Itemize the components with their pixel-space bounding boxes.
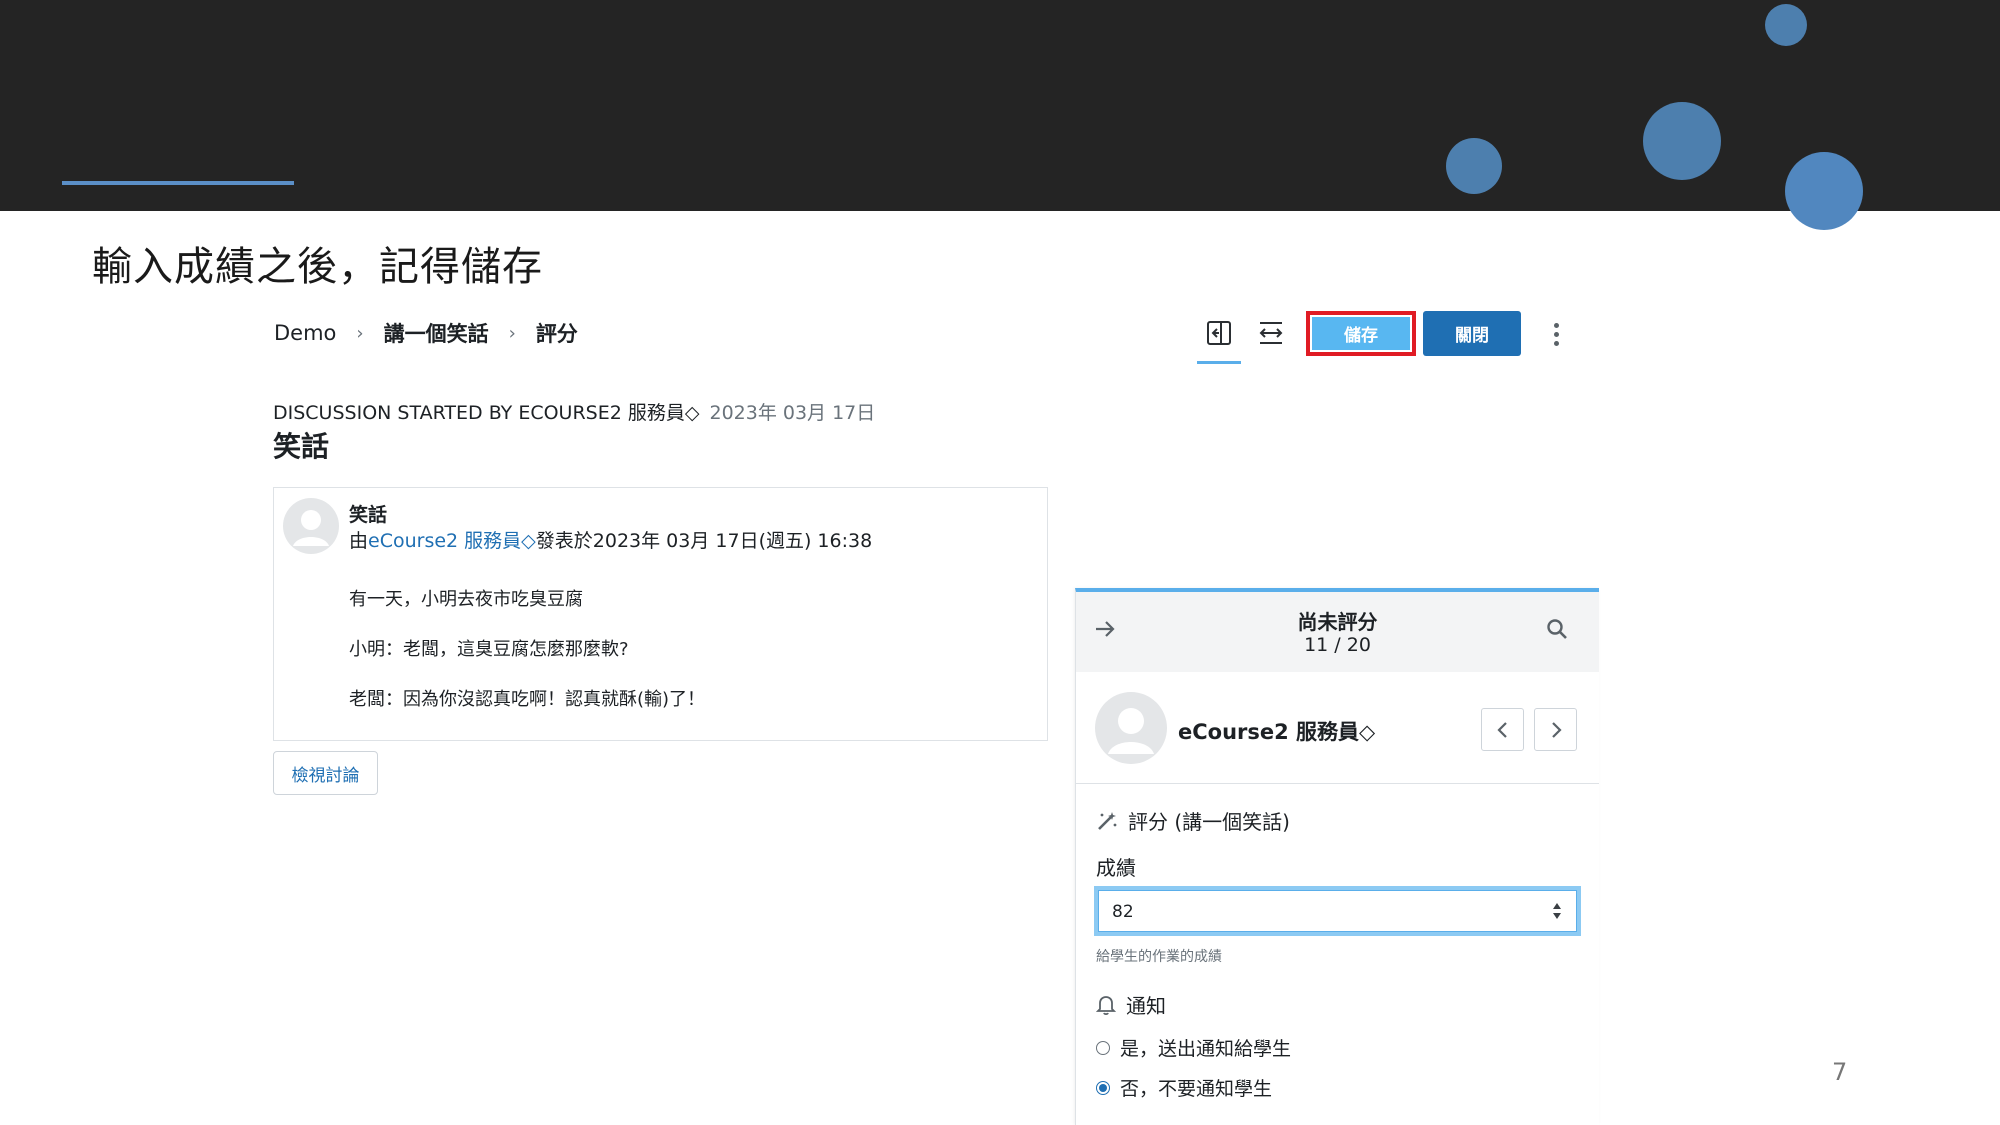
notify-option-no-label: 否，不要通知學生 [1120, 1078, 1273, 1100]
grade-section-heading: 評分 (講一個笑話) [1096, 806, 1290, 835]
bell-icon [1096, 995, 1116, 1015]
post-byline: 由eCourse2 服務員◇發表於2023年 03月 17日(週五) 16:38 [349, 526, 872, 553]
decorative-circle [1785, 152, 1863, 230]
kebab-menu-icon[interactable] [1544, 318, 1568, 350]
spinner-arrows-icon[interactable] [1551, 899, 1563, 923]
breadcrumb-separator: › [356, 322, 364, 344]
grading-status: 尚未評分 [1297, 610, 1378, 634]
save-button-highlight: 儲存 [1306, 311, 1416, 356]
slide-title: 輸入成績之後，記得儲存 [92, 244, 543, 290]
expand-horizontal-button[interactable] [1249, 313, 1293, 353]
post-body-line: 老闆：因為你沒認真吃啊！認真就酥(輸)了！ [349, 689, 706, 710]
close-button[interactable]: 關閉 [1423, 311, 1521, 356]
post-body-line: 小明：老闆，這臭豆腐怎麼那麼軟? [349, 639, 629, 660]
discussion-title: 笑話 [273, 430, 330, 463]
notify-section-title: 通知 [1126, 994, 1166, 1018]
discussion-date: 2023年 03月 17日 [709, 402, 876, 424]
breadcrumb-item-activity[interactable]: 講一個笑話 [384, 318, 489, 348]
chevron-left-icon [1496, 721, 1507, 738]
grading-panel: 尚未評分 11 / 20 eCourse2 服務員◇ 評分 (講一個笑話) 成績… [1075, 588, 1599, 1125]
grade-input[interactable]: 82 [1094, 886, 1581, 936]
grading-count: 11 / 20 [1304, 634, 1371, 656]
post-by-prefix: 由 [349, 530, 369, 552]
previous-student-button[interactable] [1481, 708, 1524, 751]
view-discussion-button[interactable]: 檢視討論 [273, 751, 378, 795]
search-icon[interactable] [1546, 618, 1568, 640]
chevron-right-icon [1551, 721, 1562, 738]
post-subject: 笑話 [349, 504, 388, 526]
discussion-meta: DISCUSSION STARTED BY ECOURSE2 服務員◇ 2023年… [273, 398, 875, 425]
student-name: eCourse2 服務員◇ [1178, 720, 1376, 744]
avatar [283, 498, 339, 554]
notify-section-heading: 通知 [1096, 990, 1166, 1019]
breadcrumb-item-course[interactable]: Demo [274, 321, 336, 345]
breadcrumb-item-grading: 評分 [535, 322, 578, 346]
decorative-circle [1446, 138, 1502, 194]
magic-wand-icon [1098, 811, 1117, 830]
expand-horizontal-icon [1259, 322, 1283, 344]
notify-option-no[interactable]: 否，不要通知學生 [1096, 1074, 1272, 1101]
grade-section-title: 評分 (講一個笑話) [1128, 810, 1290, 834]
collapse-panel-icon [1207, 321, 1231, 345]
post-author-link[interactable]: eCourse2 服務員◇ [368, 530, 536, 552]
avatar [1095, 692, 1167, 764]
breadcrumb-separator: › [508, 322, 516, 344]
grade-input-value: 82 [1112, 902, 1134, 922]
notify-option-yes-label: 是，送出通知給學生 [1120, 1038, 1292, 1060]
grading-panel-header: 尚未評分 11 / 20 [1076, 592, 1599, 672]
grade-help-text: 給學生的作業的成績 [1096, 949, 1222, 965]
decorative-circle [1765, 4, 1807, 46]
notify-option-yes[interactable]: 是，送出通知給學生 [1096, 1034, 1291, 1061]
save-button[interactable]: 儲存 [1312, 317, 1410, 350]
slide-header-underline [62, 181, 294, 185]
discussion-started-by: DISCUSSION STARTED BY ECOURSE2 服務員◇ [273, 402, 700, 424]
collapse-panel-button[interactable] [1197, 313, 1241, 364]
radio-no[interactable] [1096, 1080, 1110, 1095]
radio-yes[interactable] [1096, 1040, 1110, 1055]
post-body-line: 有一天，小明去夜市吃臭豆腐 [349, 589, 583, 610]
post-date: 發表於2023年 03月 17日(週五) 16:38 [535, 530, 873, 552]
slide-page-number: 7 [1832, 1058, 1848, 1086]
decorative-circle [1643, 102, 1721, 180]
forum-post: 笑話 由eCourse2 服務員◇發表於2023年 03月 17日(週五) 16… [273, 487, 1048, 741]
grade-field-label: 成績 [1096, 856, 1136, 880]
next-student-button[interactable] [1534, 708, 1577, 751]
breadcrumb: Demo › 講一個笑話 › 評分 [274, 318, 578, 348]
